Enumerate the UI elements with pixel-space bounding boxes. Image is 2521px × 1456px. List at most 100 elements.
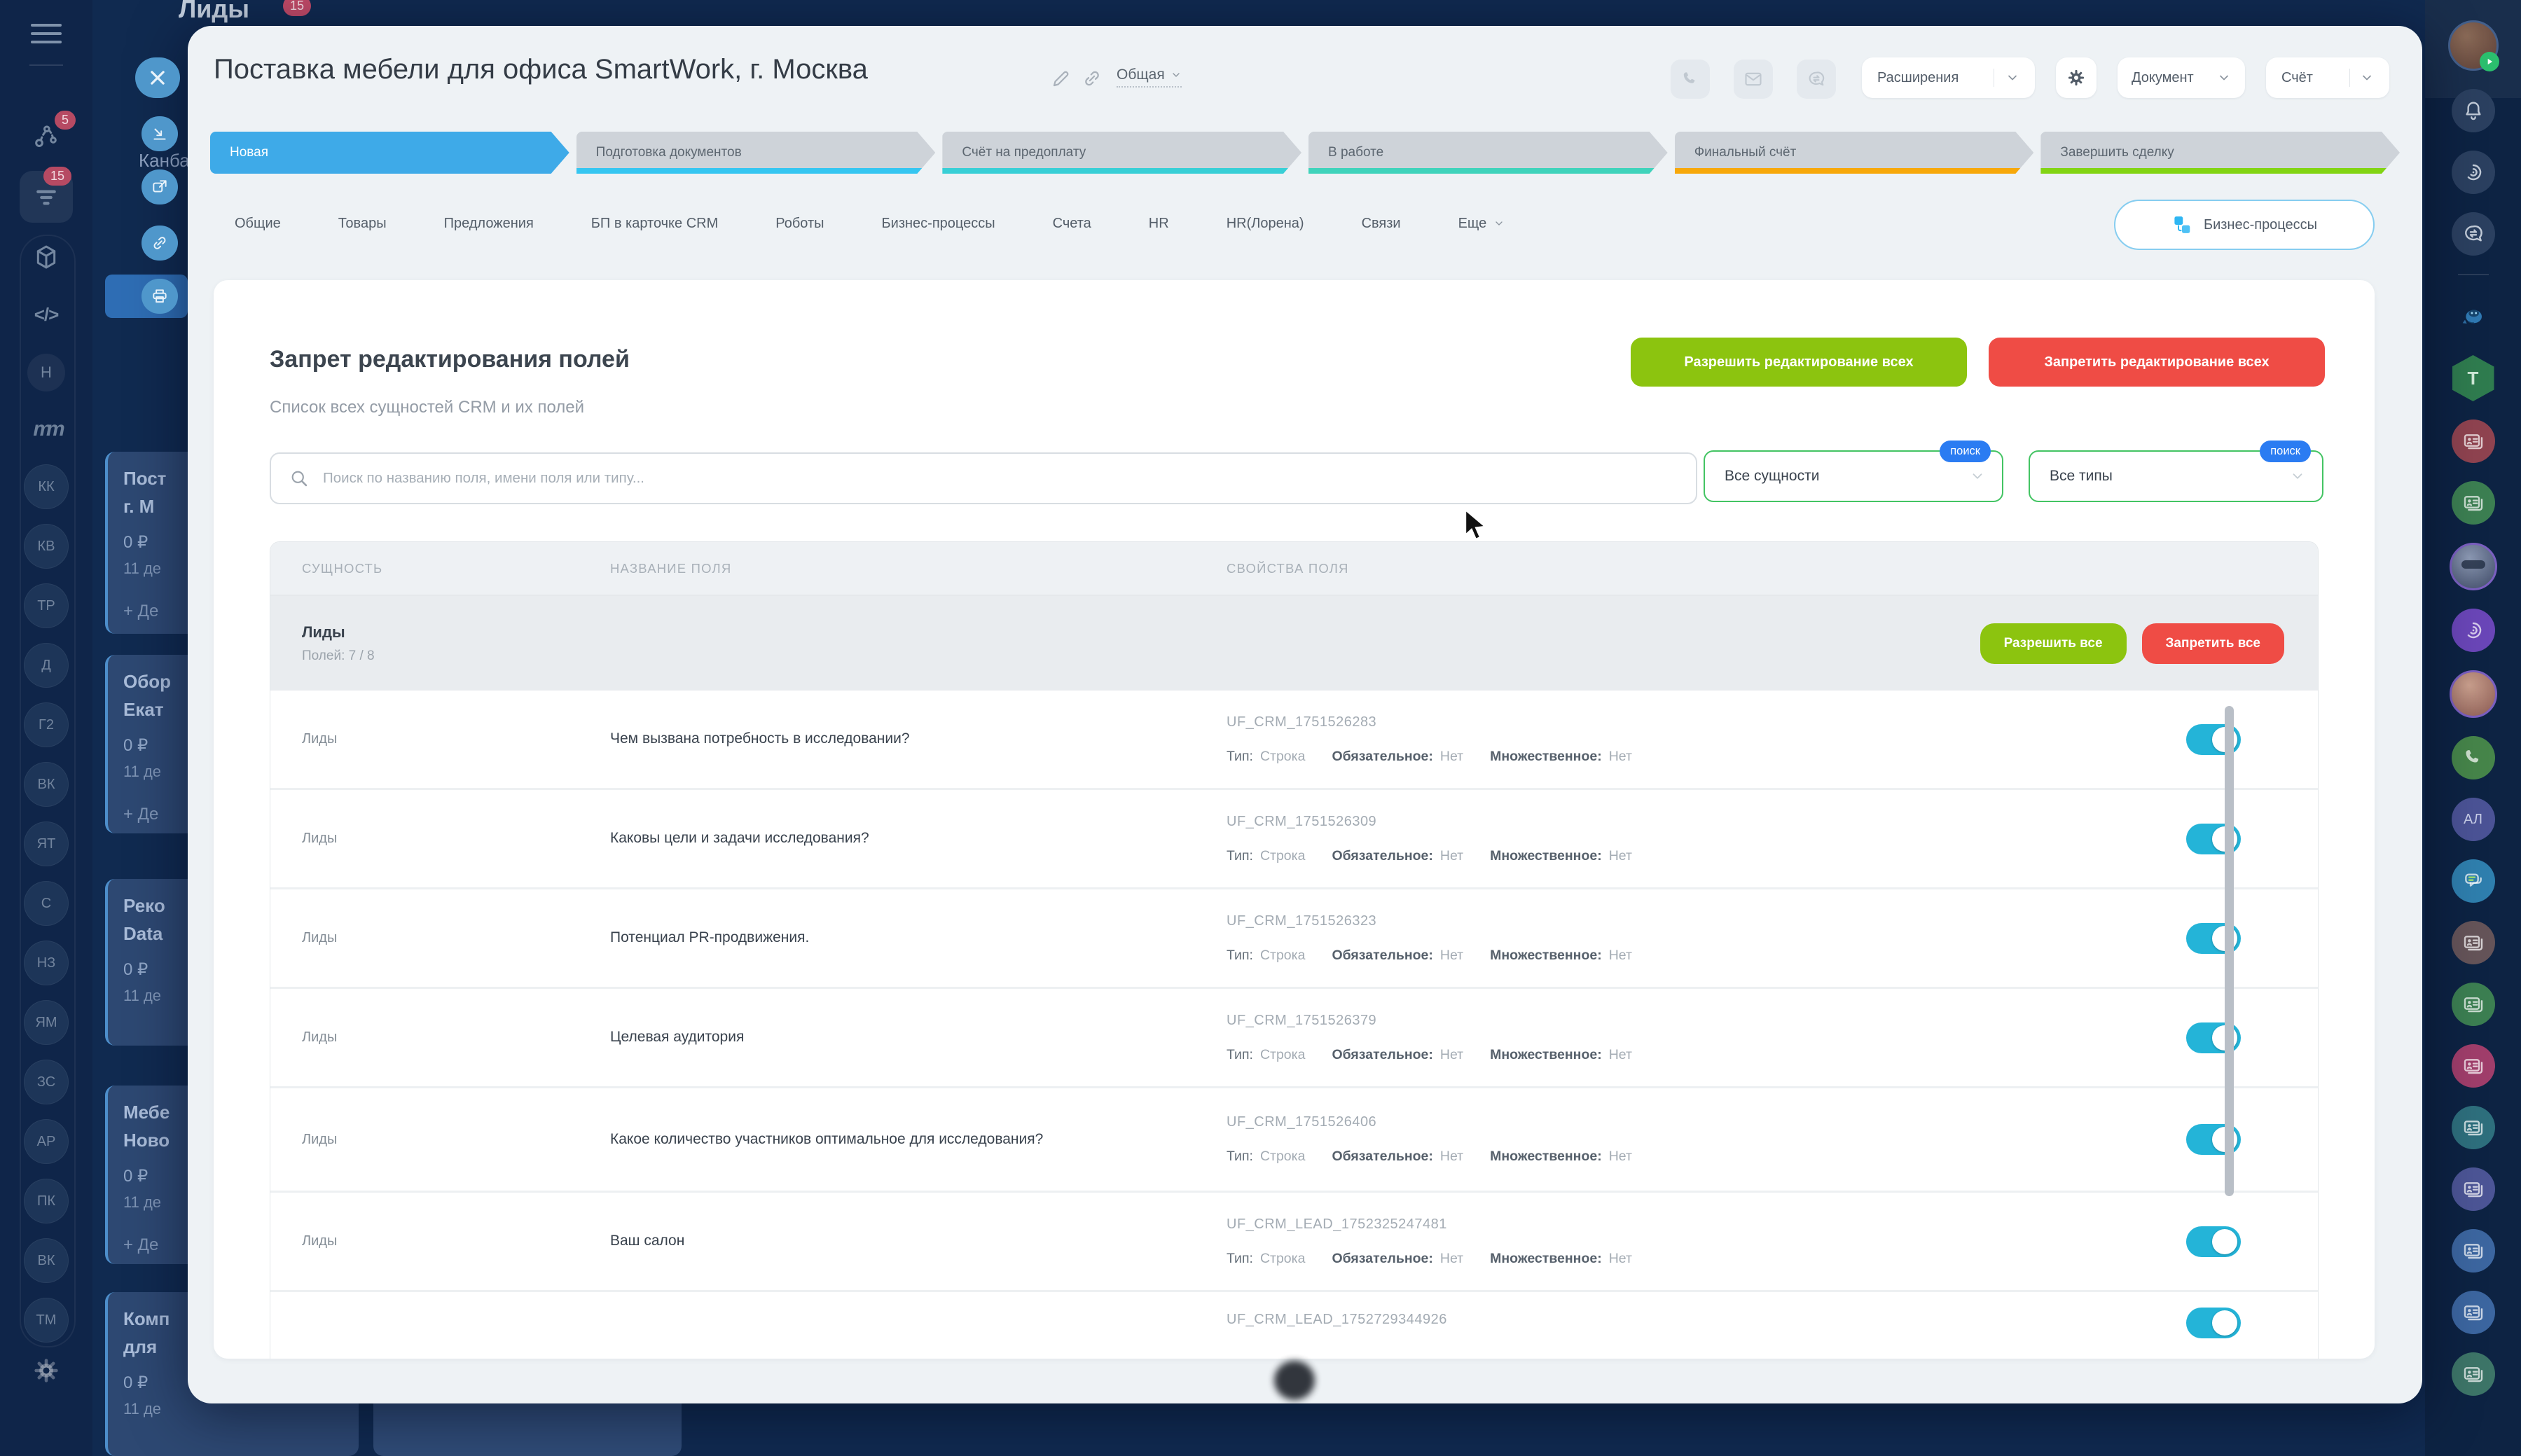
sidebar-avatar-1[interactable]: КК bbox=[24, 464, 69, 509]
contacts-app-6[interactable] bbox=[2452, 1229, 2495, 1273]
tab-1[interactable]: Общие bbox=[235, 216, 281, 232]
sidebar-avatar-5[interactable]: Г2 bbox=[24, 702, 69, 747]
sidebar-avatar-15[interactable]: ТМ bbox=[24, 1298, 69, 1343]
contacts-app-3[interactable] bbox=[2452, 1044, 2495, 1088]
item-label: АЛ bbox=[2464, 812, 2482, 828]
settings-gear-icon[interactable] bbox=[32, 1356, 61, 1385]
field-edit-toggle[interactable] bbox=[2186, 1308, 2241, 1338]
hamburger-menu-icon[interactable] bbox=[31, 24, 62, 45]
woman-avatar[interactable] bbox=[2450, 670, 2497, 718]
tab-3[interactable]: Предложения bbox=[444, 216, 534, 232]
deny-all-button[interactable]: Запретить редактирование всех bbox=[1989, 338, 2325, 387]
sidebar-avatar-9[interactable]: НЗ bbox=[24, 941, 69, 985]
business-process-button[interactable]: Бизнес-процессы bbox=[2114, 200, 2375, 250]
robot-avatar[interactable] bbox=[2450, 543, 2497, 590]
user-avatar[interactable] bbox=[2448, 20, 2499, 71]
chat-button[interactable] bbox=[1797, 60, 1836, 99]
call-button[interactable] bbox=[1671, 60, 1710, 99]
prop-value: Нет bbox=[1440, 749, 1463, 765]
pipeline-selector[interactable]: Общая bbox=[1117, 67, 1182, 88]
crm-icon[interactable] bbox=[32, 123, 60, 151]
tab-8[interactable]: HR bbox=[1149, 216, 1169, 232]
copilot-purple[interactable] bbox=[2452, 609, 2495, 652]
tab-2[interactable]: Товары bbox=[338, 216, 387, 232]
sidebar-avatar-7[interactable]: ЯТ bbox=[24, 821, 69, 866]
app-monogram-h[interactable]: H bbox=[27, 354, 65, 391]
search-badge: поиск bbox=[1940, 441, 1991, 462]
prop-value: Нет bbox=[1609, 1047, 1632, 1063]
sidebar-avatar-6[interactable]: ВК bbox=[24, 762, 69, 807]
code-app-icon[interactable]: </> bbox=[0, 304, 92, 326]
pipeline-stage-5[interactable]: Финальный счёт bbox=[1675, 132, 2034, 174]
tab-6[interactable]: Бизнес-процессы bbox=[882, 216, 995, 232]
tab-4[interactable]: БП в карточке CRM bbox=[591, 216, 718, 232]
sidebar-avatar-14[interactable]: ВК bbox=[24, 1238, 69, 1283]
sidebar-avatar-4[interactable]: Д bbox=[24, 643, 69, 688]
mascot-app[interactable] bbox=[2452, 293, 2495, 337]
contact-card-icon bbox=[2462, 1178, 2485, 1200]
contacts-app-green[interactable] bbox=[2452, 481, 2495, 525]
entity-filter-select[interactable]: поиск Все сущности bbox=[1704, 450, 2003, 502]
contacts-app-2[interactable] bbox=[2452, 983, 2495, 1026]
pipeline-stage-2[interactable]: Подготовка документов bbox=[576, 132, 936, 174]
tab-10[interactable]: Связи bbox=[1362, 216, 1401, 232]
contacts-app-5[interactable] bbox=[2452, 1167, 2495, 1211]
field-edit-toggle[interactable] bbox=[2186, 1226, 2241, 1257]
pipeline-stages-bar: НоваяПодготовка документовСчёт на предоп… bbox=[210, 132, 2400, 174]
group-deny-all-button[interactable]: Запретить все bbox=[2142, 623, 2284, 664]
openlines-chat[interactable] bbox=[2452, 859, 2495, 903]
document-button[interactable]: Документ bbox=[2118, 57, 2245, 98]
sidebar-avatar-8[interactable]: С bbox=[24, 881, 69, 926]
monogram-al[interactable]: АЛ bbox=[2452, 798, 2495, 841]
prop-label: Тип: bbox=[1227, 1251, 1253, 1267]
sidebar-avatar-11[interactable]: ЗС bbox=[24, 1060, 69, 1104]
telephony-app[interactable] bbox=[2452, 736, 2495, 779]
copilot[interactable] bbox=[2452, 151, 2495, 194]
pipeline-stage-3[interactable]: Счёт на предоплату bbox=[942, 132, 1301, 174]
tab-9[interactable]: HR(Лорена) bbox=[1227, 216, 1304, 232]
slider-open-new-button[interactable] bbox=[141, 169, 178, 204]
slider-copy-link-button[interactable] bbox=[141, 226, 178, 261]
prop-value: Нет bbox=[1609, 1149, 1632, 1165]
settings-button[interactable] bbox=[2056, 57, 2097, 98]
contacts-app-7[interactable] bbox=[2452, 1291, 2495, 1334]
modal-scrollbar[interactable] bbox=[2225, 706, 2234, 1196]
type-filter-select[interactable]: поиск Все типы bbox=[2029, 450, 2323, 502]
extensions-button[interactable]: Расширения bbox=[1862, 57, 2035, 98]
contacts-app-8[interactable] bbox=[2452, 1352, 2495, 1396]
allow-all-button[interactable]: Разрешить редактирование всех bbox=[1631, 338, 1967, 387]
invoice-button[interactable]: Счёт bbox=[2266, 57, 2389, 98]
sidebar-avatar-13[interactable]: ПК bbox=[24, 1179, 69, 1223]
contacts-app-red[interactable] bbox=[2452, 420, 2495, 463]
tab-more[interactable]: Еще bbox=[1458, 216, 1505, 232]
market-cube-icon[interactable] bbox=[32, 243, 60, 271]
group-allow-all-button[interactable]: Разрешить все bbox=[1980, 623, 2127, 664]
slider-print-button[interactable] bbox=[141, 279, 178, 314]
edit-title-pencil-icon[interactable] bbox=[1051, 68, 1072, 89]
sidebar-avatar-3[interactable]: ТР bbox=[24, 583, 69, 628]
pipeline-stage-4[interactable]: В работе bbox=[1308, 132, 1668, 174]
copy-link-icon[interactable] bbox=[1082, 68, 1103, 89]
notifications-bell[interactable] bbox=[2452, 89, 2495, 132]
sidebar-avatar-2[interactable]: КВ bbox=[24, 524, 69, 569]
tab-5[interactable]: Роботы bbox=[775, 216, 824, 232]
sidebar-avatar-10[interactable]: ЯМ bbox=[24, 1000, 69, 1045]
contact-card-icon bbox=[2462, 993, 2485, 1015]
hexagon-t-app[interactable]: T bbox=[2452, 355, 2494, 401]
contacts-app-1[interactable] bbox=[2452, 921, 2495, 964]
tab-7[interactable]: Счета bbox=[1053, 216, 1091, 232]
slider-collapse-button[interactable] bbox=[141, 116, 178, 151]
funnel-icon[interactable] bbox=[32, 183, 60, 212]
slider-close-button[interactable] bbox=[135, 57, 180, 98]
email-button[interactable] bbox=[1734, 60, 1773, 99]
contacts-app-4[interactable] bbox=[2452, 1106, 2495, 1149]
app-monogram-mm[interactable]: mm bbox=[0, 417, 92, 441]
search-input[interactable] bbox=[322, 469, 1696, 487]
row-field-name: Потенциал PR-продвижения. bbox=[610, 922, 1227, 954]
sidebar-avatar-12[interactable]: АР bbox=[24, 1119, 69, 1164]
pipeline-stage-1[interactable]: Новая bbox=[210, 132, 569, 174]
helper-blob[interactable] bbox=[1274, 1361, 1315, 1400]
pipeline-stage-6[interactable]: Завершить сделку bbox=[2040, 132, 2400, 174]
chat-transfer[interactable] bbox=[2452, 212, 2495, 256]
prop-value: Нет bbox=[1609, 948, 1632, 964]
